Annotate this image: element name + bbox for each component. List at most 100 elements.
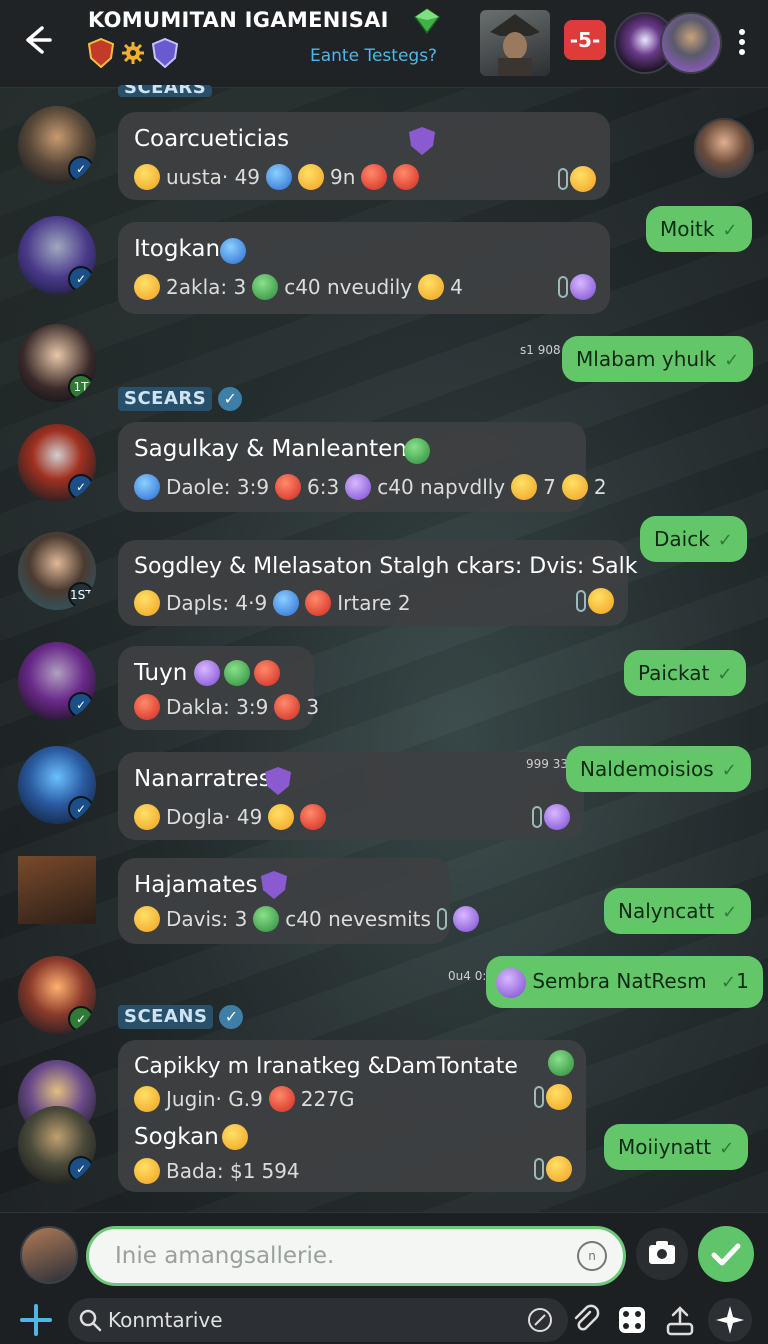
emoji-reaction-icon[interactable] [546, 1084, 572, 1110]
gear-icon [122, 42, 144, 64]
emoji-reaction-icon[interactable] [570, 166, 596, 192]
notification-count-badge[interactable]: -5- [564, 20, 606, 60]
emoji-icon [305, 590, 332, 616]
contact-avatar-icon [496, 967, 526, 998]
outgoing-message[interactable]: Moitk ✓ [646, 206, 752, 252]
sender-avatar[interactable]: ✓ [18, 642, 96, 720]
message-meta: Dakla: 3:9 3 [134, 694, 319, 720]
trophy-icon [134, 590, 160, 616]
sender-avatar[interactable]: ✓ [18, 424, 96, 502]
sender-name: Hajamates [134, 872, 258, 898]
camera-icon [649, 1241, 675, 1264]
char-counter-icon[interactable]: n [577, 1241, 607, 1271]
mask-icon [254, 660, 280, 686]
section-tag-partial: SCEARS [118, 78, 213, 104]
message-bubble[interactable]: Sagulkay & Manleanten Daole: 3:9 6:3 c40… [118, 422, 607, 512]
message-bubble[interactable]: Tuyn Dakla: 3:9 3 [118, 646, 319, 730]
sender-avatar[interactable]: ✓ [18, 956, 96, 1034]
verified-icon: ✓ [68, 266, 94, 292]
emoji-reaction-icon[interactable] [546, 1156, 572, 1182]
message-bubble[interactable]: Coarcueticias uusta· 49 9n [118, 112, 610, 200]
sheep-icon [253, 906, 280, 932]
check-icon [404, 438, 430, 464]
message-bubble[interactable]: Itogkan 2akla: 3 c40 nveudily 4 [118, 222, 610, 314]
message-bubble[interactable]: Sogdley & Mlelasaton Stalgh ckars: Dvis:… [118, 540, 638, 626]
sender-name: Nanarratres [134, 766, 271, 792]
wizard-icon [194, 660, 220, 686]
outgoing-message[interactable]: Moiiynatt ✓ [604, 1124, 749, 1170]
message-meta: Bada: $1 594 [134, 1158, 300, 1184]
outgoing-message[interactable]: Daick ✓ [640, 516, 747, 562]
chat-title[interactable]: KOMUMITAN IGAMENISAI [88, 8, 389, 32]
sender-name: Coarcueticias [134, 126, 290, 152]
sender-name: Sogkan [134, 1124, 219, 1150]
check-icon: ✓ [717, 530, 733, 551]
read-receipt [534, 1084, 572, 1110]
sticker-icon[interactable] [526, 1306, 554, 1334]
camera-button[interactable] [636, 1228, 688, 1280]
verified-icon: ✓ [68, 692, 94, 718]
sword-icon [511, 474, 538, 500]
chat-header: KOMUMITAN IGAMENISAI Eante Testegs? -5- [0, 0, 768, 88]
sender-name: Itogkan [134, 236, 221, 262]
emoji-reaction-icon[interactable] [544, 804, 570, 830]
sender-avatar[interactable]: 1ST [18, 532, 96, 610]
verified-check-icon: ✓ [218, 387, 243, 411]
back-arrow-icon[interactable] [16, 20, 56, 60]
sender-name: Sagulkay & Manleanten [134, 436, 407, 462]
rank-badges [88, 38, 178, 68]
sender-name: Capikky m Iranatkeg &DamTontate [134, 1054, 518, 1079]
check-icon: ✓ [722, 220, 738, 241]
my-avatar[interactable] [20, 1226, 78, 1284]
sparkle-button[interactable] [708, 1298, 752, 1342]
send-button[interactable] [698, 1226, 754, 1282]
sender-avatar[interactable] [18, 856, 96, 924]
member-avatar-2[interactable] [660, 12, 722, 74]
purple-shield-icon [261, 871, 287, 899]
sender-avatar[interactable]: ✓ [18, 1106, 96, 1184]
emoji-reaction-icon[interactable] [570, 274, 596, 300]
check-icon: ✓ [717, 664, 733, 685]
sheep-icon [252, 274, 279, 300]
message-bubble[interactable]: Hajamates Davis: 3 c40 nevesmits [118, 858, 479, 944]
message-bubble[interactable]: Nanarratres Dogla· 49 [118, 752, 584, 840]
coin-icon [268, 1086, 295, 1112]
sender-avatar[interactable]: ✓ [18, 106, 96, 184]
sender-avatar[interactable]: ✓ [18, 216, 96, 294]
outgoing-message[interactable]: Nalyncatt ✓ [604, 888, 752, 934]
outgoing-message[interactable]: Sembra NatResm ✓1 [486, 956, 763, 1008]
message-meta: Jugin· G.9 227G [134, 1086, 354, 1112]
search-bar[interactable]: Konmtarive [68, 1298, 568, 1342]
emoji-reaction-icon[interactable] [452, 906, 479, 932]
chat-subtitle[interactable]: Eante Testegs? [310, 46, 437, 66]
add-icon[interactable] [18, 1302, 54, 1338]
upload-icon[interactable] [662, 1302, 698, 1338]
trophy-icon [134, 804, 160, 830]
outgoing-message[interactable]: Mlabam yhulk ✓ [562, 336, 754, 382]
verified-icon: ✓ [68, 1006, 94, 1032]
trophy-icon [134, 164, 160, 190]
pin-icon [532, 806, 542, 828]
emoji-icon [134, 274, 160, 300]
message-input[interactable]: Inie amangsallerie. n [86, 1226, 626, 1286]
hand-icon [222, 1124, 248, 1150]
outgoing-message[interactable]: Paickat ✓ [624, 650, 747, 696]
orb-icon [224, 660, 250, 686]
section-tag: SCEARS ✓ [118, 386, 243, 412]
message-bubble[interactable]: Capikky m Iranatkeg &DamTontate Jugin· G… [118, 1040, 586, 1192]
emoji-reaction-icon[interactable] [588, 588, 614, 614]
message-meta: Davis: 3 c40 nevesmits [134, 906, 479, 932]
dice-icon[interactable] [614, 1302, 650, 1338]
attach-icon[interactable] [568, 1302, 604, 1338]
my-avatar[interactable] [694, 118, 754, 178]
message-meta: Daole: 3:9 6:3 c40 napvdlly 7 2 [134, 474, 607, 500]
group-avatar[interactable] [480, 10, 550, 76]
sender-avatar[interactable]: 1T [18, 324, 96, 402]
book-icon [274, 694, 301, 720]
more-options-icon[interactable] [732, 26, 752, 62]
outgoing-message[interactable]: Naldemoisios ✓ [566, 746, 751, 792]
pin-icon [576, 590, 586, 612]
info-icon [134, 474, 160, 500]
sender-avatar[interactable]: ✓ [18, 746, 96, 824]
verified-icon: ✓ [68, 474, 94, 500]
